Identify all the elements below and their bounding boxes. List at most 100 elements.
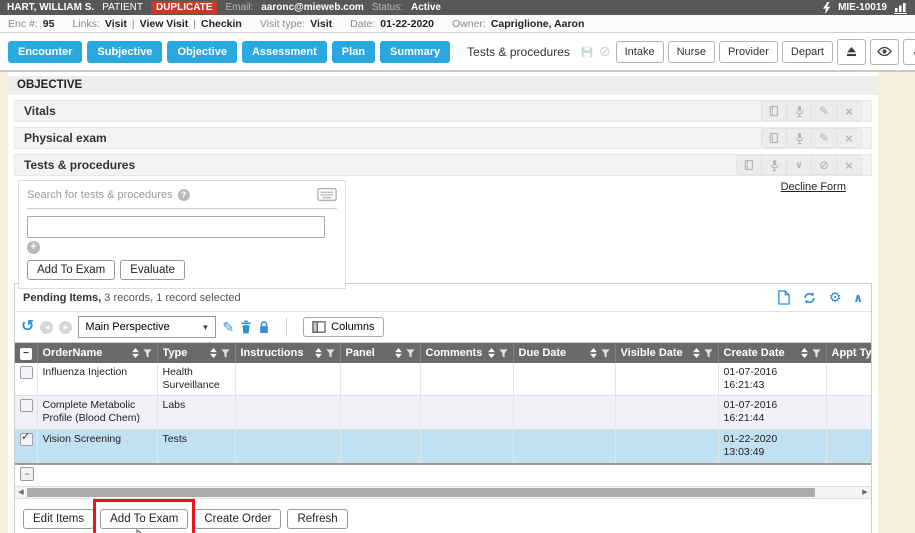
evaluate-button[interactable]: Evaluate — [120, 260, 185, 280]
caret-down-icon: ▼ — [201, 323, 209, 332]
decline-slash-icon[interactable]: ⊘ — [811, 156, 836, 174]
horizontal-scrollbar[interactable]: ◀ ▶ — [15, 486, 871, 499]
refresh-icon[interactable] — [802, 291, 817, 305]
date-label: Date: — [350, 18, 375, 30]
col-panel[interactable]: Panel — [340, 343, 420, 363]
perspective-select[interactable]: Main Perspective ▼ — [78, 316, 216, 338]
tests-search-box: Search for tests & procedures ? + Add To… — [18, 180, 346, 289]
objective-section-header: OBJECTIVE — [8, 76, 878, 95]
tab-plan[interactable]: Plan — [332, 41, 375, 63]
row-checkbox[interactable] — [20, 366, 33, 379]
row-checkbox[interactable] — [20, 399, 33, 412]
deselect-all-icon[interactable]: − — [20, 467, 34, 481]
close-icon[interactable]: × — [836, 102, 861, 120]
refresh-button[interactable]: Refresh — [287, 509, 347, 529]
book-icon[interactable] — [762, 102, 786, 120]
row-checkbox-checked[interactable] — [20, 433, 33, 446]
create-order-button[interactable]: Create Order — [194, 509, 281, 529]
chart-content: OBJECTIVE Vitals ✎ × Physical exam ✎ × — [8, 72, 878, 533]
eye-icon[interactable] — [870, 39, 899, 65]
tab-objective[interactable]: Objective — [167, 41, 237, 63]
scrollbar-thumb[interactable] — [27, 488, 815, 497]
chart-icon[interactable] — [894, 2, 908, 14]
vitals-title: Vitals — [24, 104, 56, 118]
pending-items-table: − OrderName Type Instructions Panel Comm… — [15, 343, 871, 463]
col-instructions[interactable]: Instructions — [235, 343, 340, 363]
tab-assessment[interactable]: Assessment — [242, 41, 327, 63]
add-row-plus-icon[interactable]: + — [27, 241, 40, 254]
table-row-selected[interactable]: Vision Screening Tests 01-22-2020 13:03:… — [15, 429, 871, 462]
new-document-icon[interactable] — [777, 290, 790, 305]
discard-icon: ⊘ — [599, 43, 611, 60]
filter-funnel-icon — [326, 349, 335, 358]
patient-role: PATIENT — [102, 2, 143, 13]
col-type[interactable]: Type — [157, 343, 235, 363]
provider-button[interactable]: Provider — [719, 41, 778, 63]
edit-perspective-icon[interactable]: ✎ — [222, 319, 234, 336]
duplicate-badge: DUPLICATE — [151, 1, 217, 14]
edit-pencil-icon[interactable]: ✎ — [811, 129, 836, 147]
close-icon[interactable]: × — [836, 156, 861, 174]
scroll-right-icon[interactable]: ▶ — [859, 488, 871, 496]
delete-perspective-icon[interactable] — [240, 320, 252, 334]
undo-icon[interactable]: ↺ — [21, 319, 34, 335]
visit-type-value: Visit — [310, 18, 332, 30]
book-icon[interactable] — [737, 156, 761, 174]
col-comments[interactable]: Comments — [420, 343, 513, 363]
tests-procedures-section-bar[interactable]: Tests & procedures ∨ ⊘ × — [14, 154, 872, 176]
check-icon[interactable]: ✓ — [903, 39, 915, 65]
lock-icon[interactable] — [258, 320, 270, 334]
col-visible-date[interactable]: Visible Date — [615, 343, 718, 363]
lightning-icon[interactable] — [822, 2, 831, 14]
close-icon[interactable]: × — [836, 129, 861, 147]
table-row[interactable]: Influenza Injection Health Surveillance … — [15, 363, 871, 396]
sort-icon — [315, 348, 322, 358]
nurse-button[interactable]: Nurse — [668, 41, 715, 63]
book-icon[interactable] — [762, 129, 786, 147]
vitals-section-bar[interactable]: Vitals ✎ × — [14, 100, 872, 122]
next-perspective-icon[interactable]: ▶ — [59, 321, 72, 334]
enc-label: Enc #: — [8, 18, 38, 30]
search-input[interactable]: Search for tests & procedures — [27, 189, 173, 201]
keyboard-list-icon[interactable] — [317, 187, 337, 202]
tab-summary[interactable]: Summary — [380, 41, 450, 63]
link-checkin[interactable]: Checkin — [201, 18, 242, 30]
physical-exam-section-bar[interactable]: Physical exam ✎ × — [14, 127, 872, 149]
mouse-cursor — [136, 529, 149, 533]
microphone-icon[interactable] — [786, 129, 811, 147]
scroll-left-icon[interactable]: ◀ — [15, 488, 27, 496]
eject-icon[interactable] — [837, 39, 866, 65]
select-all-checkbox[interactable]: − — [20, 348, 32, 360]
table-row[interactable]: Complete Metabolic Profile (Blood Chem) … — [15, 396, 871, 429]
prev-perspective-icon[interactable]: ◀ — [40, 321, 53, 334]
edit-items-button[interactable]: Edit Items — [23, 509, 94, 529]
col-due-date[interactable]: Due Date — [513, 343, 615, 363]
collapse-panel-icon[interactable]: ∧ — [853, 291, 863, 305]
help-icon[interactable]: ? — [178, 189, 190, 201]
link-visit[interactable]: Visit — [105, 18, 127, 30]
filter-funnel-icon — [221, 349, 230, 358]
col-ordername[interactable]: OrderName — [37, 343, 157, 363]
col-create-date[interactable]: Create Date — [718, 343, 826, 363]
link-view-visit[interactable]: View Visit — [140, 18, 189, 30]
filter-funnel-icon — [704, 349, 713, 358]
gear-icon[interactable]: ⚙ — [829, 289, 842, 306]
columns-button[interactable]: Columns — [303, 317, 383, 337]
edit-pencil-icon[interactable]: ✎ — [811, 102, 836, 120]
microphone-icon[interactable] — [786, 102, 811, 120]
system-id[interactable]: MIE-10019 — [838, 2, 887, 13]
tests-entry-textarea[interactable] — [27, 216, 325, 238]
depart-button[interactable]: Depart — [782, 41, 833, 63]
microphone-icon[interactable] — [761, 156, 786, 174]
intake-button[interactable]: Intake — [616, 41, 664, 63]
enc-number: 95 — [43, 18, 55, 30]
decline-form-link[interactable]: Decline Form — [781, 181, 846, 193]
add-to-exam-button-top[interactable]: Add To Exam — [27, 260, 115, 280]
tab-subjective[interactable]: Subjective — [87, 41, 162, 63]
tab-encounter[interactable]: Encounter — [8, 41, 82, 63]
sort-icon — [210, 348, 217, 358]
add-to-exam-button[interactable]: Add To Exam — [100, 509, 188, 529]
collapse-chevron-icon[interactable]: ∨ — [786, 156, 811, 174]
col-appt-type[interactable]: Appt Type — [826, 343, 871, 363]
pending-items-table-wrap: − OrderName Type Instructions Panel Comm… — [15, 342, 871, 484]
